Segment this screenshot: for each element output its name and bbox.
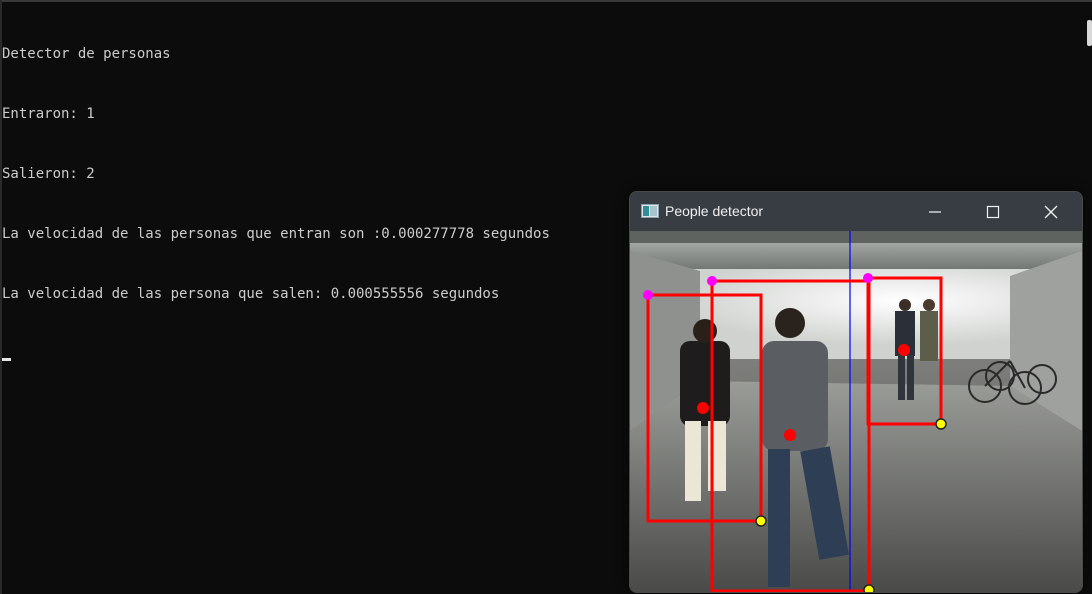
console-cursor — [2, 358, 11, 361]
centroid-marker — [697, 402, 709, 414]
close-button[interactable] — [1022, 192, 1080, 231]
console-scrollbar-thumb[interactable] — [1087, 20, 1092, 46]
corner-marker-bottom — [863, 584, 875, 592]
camera-frame — [630, 231, 1082, 592]
centroid-marker — [898, 344, 910, 356]
corner-marker-top — [863, 273, 873, 283]
console-line: Detector de personas — [2, 46, 171, 62]
console-line: Entraron: 1 — [2, 106, 95, 122]
console-line: Salieron: 2 — [2, 166, 95, 182]
corner-marker-bottom — [755, 515, 767, 527]
corner-marker-top — [707, 276, 717, 286]
console-top-border — [0, 0, 1092, 2]
people-detector-window[interactable]: People detector — [629, 191, 1083, 593]
app-window-icon — [641, 204, 659, 218]
window-titlebar[interactable]: People detector — [630, 192, 1082, 231]
maximize-button[interactable] — [964, 192, 1022, 231]
corner-marker-top — [643, 290, 653, 300]
centroid-marker — [784, 429, 796, 441]
window-title: People detector — [665, 203, 764, 219]
close-icon — [1044, 205, 1058, 219]
maximize-icon — [986, 205, 1000, 219]
minimize-icon — [929, 211, 941, 213]
corner-marker-bottom — [935, 418, 947, 430]
minimize-button[interactable] — [906, 192, 964, 231]
